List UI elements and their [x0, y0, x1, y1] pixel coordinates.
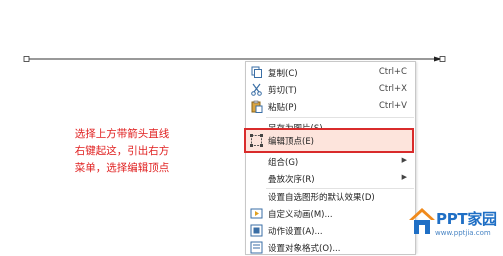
menu-item-cut[interactable]: 剪切(T) Ctrl+X [246, 81, 415, 98]
submenu-arrow-icon: ▶ [401, 173, 407, 181]
instruction-annotation: 选择上方带箭头直线 右键起这，引出右方 菜单，选择编辑顶点 [67, 126, 177, 177]
menu-item-action-settings[interactable]: 动作设置(A)... [246, 222, 415, 239]
menu-item-paste[interactable]: 粘贴(P) Ctrl+V [246, 98, 415, 115]
menu-item-label: 设置对象格式(O)... [268, 244, 341, 254]
watermark-brand: PPT家园 [436, 210, 497, 228]
format-icon [250, 241, 263, 254]
menu-item-order[interactable]: 叠放次序(R) ▶ [246, 170, 415, 187]
menu-item-label: 组合(G) [268, 158, 299, 168]
menu-item-copy[interactable]: 复制(C) Ctrl+C [246, 64, 415, 81]
menu-item-label: 剪切(T) [268, 86, 297, 96]
submenu-arrow-icon: ▶ [401, 156, 407, 164]
menu-item-label: 叠放次序(R) [268, 175, 315, 185]
watermark-logo: PPT家园 www.pptjia.com [406, 204, 503, 246]
menu-item-edit-points[interactable]: 编辑顶点(E) [244, 128, 414, 153]
annotation-line-2: 右键起这，引出右方 [74, 145, 170, 157]
annotation-line-1: 选择上方带箭头直线 [74, 128, 170, 140]
annotation-line-3: 菜单，选择编辑顶点 [74, 162, 170, 174]
edit-points-icon [250, 134, 263, 147]
menu-item-shortcut: Ctrl+C [378, 67, 407, 77]
line-start-handle[interactable] [23, 56, 30, 62]
animation-icon [250, 208, 263, 219]
menu-item-format-object[interactable]: 设置对象格式(O)... [246, 239, 415, 256]
menu-item-group[interactable]: 组合(G) ▶ [246, 153, 415, 170]
menu-item-custom-animation[interactable]: 自定义动画(M)... [246, 205, 415, 222]
house-logo-icon [409, 208, 435, 234]
menu-separator [266, 117, 414, 118]
menu-item-label: 复制(C) [268, 69, 298, 79]
menu-item-shortcut: Ctrl+V [378, 101, 407, 111]
paste-icon [251, 100, 263, 113]
watermark-url: www.pptjia.com [435, 229, 491, 237]
menu-item-label: 粘贴(P) [268, 103, 297, 113]
copy-icon [251, 66, 262, 78]
menu-item-label: 设置自选图形的默认效果(D) [268, 193, 375, 203]
menu-item-label: 动作设置(A)... [268, 227, 323, 237]
menu-item-label: 自定义动画(M)... [268, 210, 333, 220]
action-icon [250, 224, 263, 237]
menu-item-label: 编辑顶点(E) [268, 137, 315, 147]
menu-item-set-default-effect[interactable]: 设置自选图形的默认效果(D) [246, 188, 415, 205]
line-end-handle[interactable] [439, 56, 446, 62]
context-menu-lower: 组合(G) ▶ 叠放次序(R) ▶ 设置自选图形的默认效果(D) 自定义动画(M… [245, 154, 416, 255]
menu-item-shortcut: Ctrl+X [378, 84, 407, 94]
scissors-icon [251, 83, 262, 96]
